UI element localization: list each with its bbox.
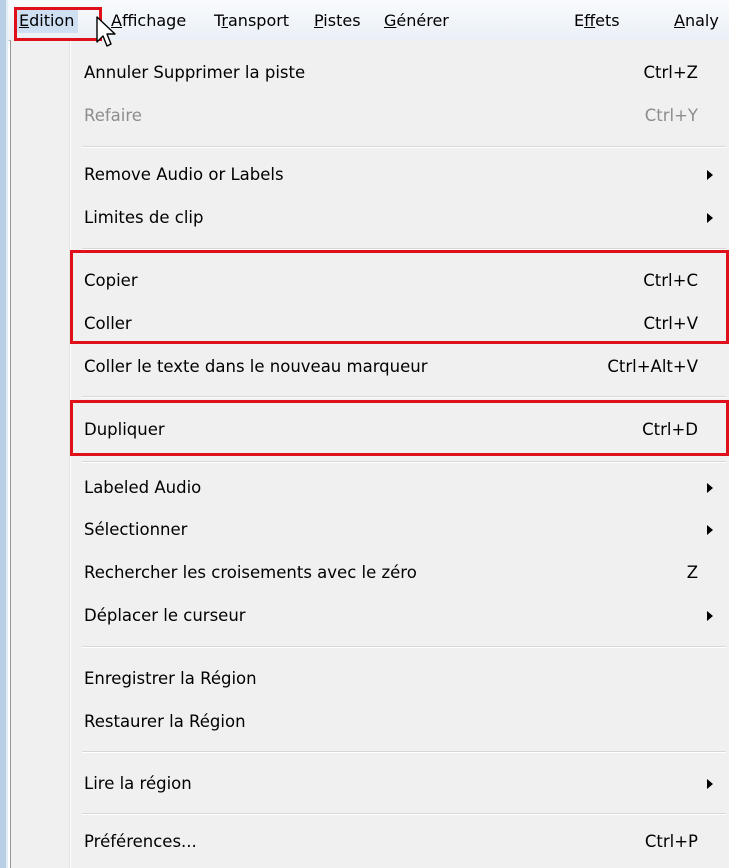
menu-item-label: Rechercher les croisements avec le zéro <box>84 563 417 582</box>
menu-item-preferences[interactable]: Préférences... Ctrl+P <box>13 822 728 862</box>
submenu-arrow-icon <box>707 525 713 535</box>
menu-transport[interactable]: Transport <box>210 9 293 33</box>
menu-mnemonic: P <box>314 11 324 30</box>
menu-item-label: Refaire <box>84 106 142 125</box>
submenu-arrow-icon <box>707 213 713 223</box>
menu-mnemonic: E <box>19 11 30 30</box>
menu-item-label: Copier <box>84 271 138 290</box>
mouse-pointer-icon <box>96 16 116 47</box>
menu-item-move-cursor[interactable]: Déplacer le curseur <box>13 596 728 636</box>
menu-label-part: fets <box>595 11 620 30</box>
menu-item-label: Remove Audio or Labels <box>84 165 284 184</box>
menu-label-part: dition <box>29 11 75 30</box>
menu-mnemonic: A <box>674 11 685 30</box>
menu-item-remove-audio[interactable]: Remove Audio or Labels <box>13 155 728 195</box>
menu-separator <box>82 146 726 148</box>
menu-item-shortcut: Ctrl+V <box>643 314 698 333</box>
submenu-arrow-icon <box>707 170 713 180</box>
menu-label-part: istes <box>323 11 361 30</box>
menu-item-clip-limits[interactable]: Limites de clip <box>13 198 728 238</box>
menu-item-label: Coller <box>84 314 132 333</box>
menu-label-part: naly <box>684 11 719 30</box>
menu-item-shortcut: Z <box>686 563 698 582</box>
menu-item-paste[interactable]: Coller Ctrl+V <box>13 304 728 344</box>
menu-affichage[interactable]: Affichage <box>107 9 190 33</box>
menu-item-label: Enregistrer la Région <box>84 669 257 688</box>
menu-separator <box>82 751 726 753</box>
menu-item-shortcut: Ctrl+Alt+V <box>607 357 698 376</box>
menu-item-duplicate[interactable]: Dupliquer Ctrl+D <box>13 410 728 450</box>
submenu-arrow-icon <box>707 611 713 621</box>
menu-item-select[interactable]: Sélectionner <box>13 510 728 550</box>
menu-mnemonic: f <box>584 11 596 30</box>
menu-item-label: Annuler Supprimer la piste <box>84 63 306 82</box>
menu-separator <box>82 646 726 648</box>
menu-item-label: Sélectionner <box>84 520 188 539</box>
menu-item-shortcut: Ctrl+C <box>643 271 698 290</box>
menu-mnemonic: r <box>221 11 228 30</box>
menu-label-part: ansport <box>228 11 290 30</box>
menu-pistes[interactable]: Pistes <box>310 9 365 33</box>
menu-item-label: Limites de clip <box>84 208 204 227</box>
menu-separator <box>82 248 726 250</box>
menu-effets[interactable]: Effets <box>570 9 624 33</box>
menu-item-zero-crossing[interactable]: Rechercher les croisements avec le zéro … <box>13 553 728 593</box>
menu-item-label: Labeled Audio <box>84 478 202 497</box>
menu-item-shortcut: Ctrl+Y <box>644 106 698 125</box>
submenu-arrow-icon <box>707 483 713 493</box>
menu-analyse[interactable]: Analy <box>670 9 723 33</box>
menu-item-shortcut: Ctrl+P <box>644 832 698 851</box>
menu-item-paste-text[interactable]: Coller le texte dans le nouveau marqueur… <box>13 347 728 387</box>
menu-item-copy[interactable]: Copier Ctrl+C <box>13 261 728 301</box>
menu-item-shortcut: Ctrl+Z <box>643 63 699 82</box>
menu-label-part: E <box>574 11 585 30</box>
submenu-arrow-icon <box>707 779 713 789</box>
menu-label-part: énérer <box>396 11 449 30</box>
menu-separator <box>82 396 726 398</box>
menu-item-restore-region[interactable]: Restaurer la Région <box>13 702 728 742</box>
menu-separator <box>82 461 726 463</box>
menu-mnemonic: G <box>384 11 397 30</box>
menu-item-label: Coller le texte dans le nouveau marqueur <box>84 357 428 376</box>
menu-item-play-region[interactable]: Lire la région <box>13 764 728 804</box>
menu-item-save-region[interactable]: Enregistrer la Région <box>13 659 728 699</box>
menu-item-label: Lire la région <box>84 774 192 793</box>
menu-item-label: Déplacer le curseur <box>84 606 246 625</box>
menu-item-shortcut: Ctrl+D <box>642 420 698 439</box>
menu-item-redo: Refaire Ctrl+Y <box>13 96 728 136</box>
menu-item-label: Restaurer la Région <box>84 712 246 731</box>
menu-edition[interactable]: Edition <box>15 9 79 33</box>
menu-label-part: ffichage <box>121 11 187 30</box>
menu-item-undo[interactable]: Annuler Supprimer la piste Ctrl+Z <box>13 53 728 93</box>
menu-item-label: Préférences... <box>84 832 197 851</box>
menu-separator <box>82 813 726 815</box>
menu-item-labeled-audio[interactable]: Labeled Audio <box>13 468 728 508</box>
menu-generer[interactable]: Générer <box>380 9 453 33</box>
edition-dropdown-menu: Annuler Supprimer la piste Ctrl+Z Refair… <box>10 40 729 868</box>
menu-item-label: Dupliquer <box>84 420 165 439</box>
window-frame-edge <box>6 0 8 868</box>
